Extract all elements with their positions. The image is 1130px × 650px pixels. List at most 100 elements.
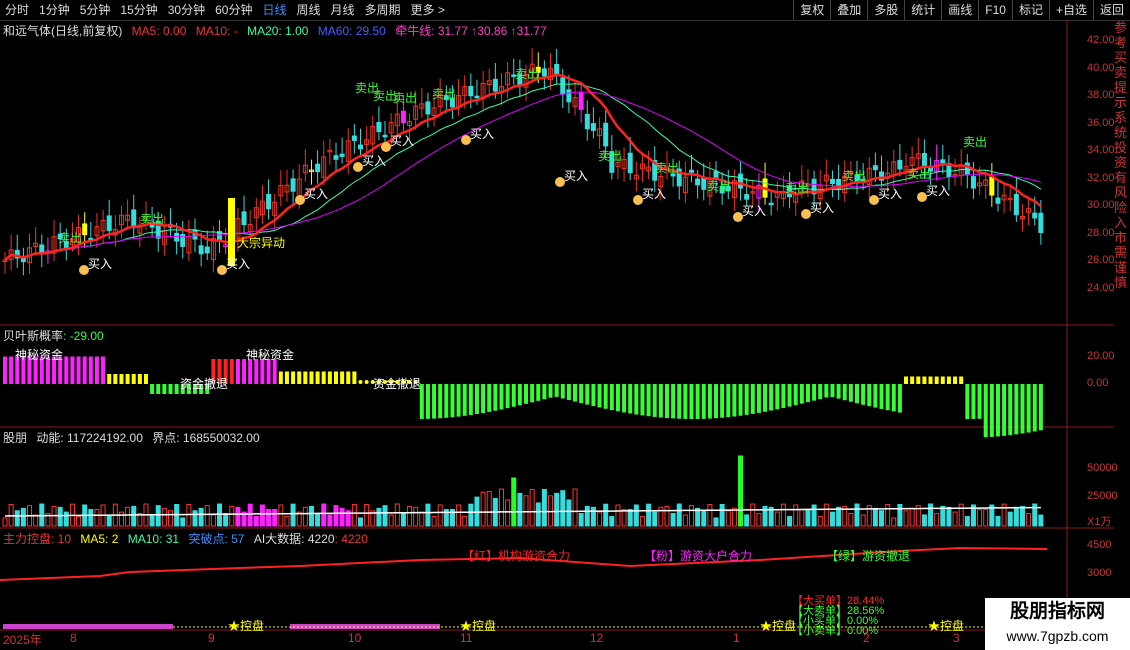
bayes-bar-55 [340,371,345,384]
candle-body-21 [131,209,137,229]
buy-signal-2: 买入 [304,187,328,201]
candle-body-13 [82,223,88,236]
date-label-6: 1 [733,631,740,645]
bayes-bar-69 [425,384,430,419]
candle-body-102 [627,152,633,174]
vol-bar-138 [848,512,854,527]
vol-bar-104 [639,515,645,527]
vol-bar-128 [787,516,793,527]
bayes-bar-88 [542,384,547,400]
vol-bar-59 [364,504,370,527]
vol-bar-44 [272,509,278,527]
bayes-bar-166 [1020,384,1025,434]
period-tab-5[interactable]: 60分钟 [210,0,257,20]
candle-body-125 [768,202,774,206]
tool-button-6[interactable]: 标记 [1011,0,1049,20]
candle-body-95 [584,113,590,130]
vol-tick-0: 50000 [1087,462,1118,474]
period-tab-10[interactable]: 更多 > [406,0,450,20]
vol-bar-24 [149,514,155,527]
period-tab-1[interactable]: 1分钟 [34,0,75,20]
bayes-bar-20 [125,374,130,384]
vol-bar-102 [627,508,633,527]
candle-body-157 [964,162,970,176]
vol-bar-66 [407,505,413,527]
buy-signal-10: 买入 [878,187,902,201]
bayes-bar-70 [432,384,437,419]
bayes-bar-137 [842,384,847,401]
period-tab-3[interactable]: 15分钟 [115,0,162,20]
vol-bar-144 [885,504,891,527]
period-tab-6[interactable]: 日线 [257,0,291,20]
bayes-bar-162 [995,384,1000,437]
bayes-bar-159 [977,384,982,419]
bayes-bar-109 [671,384,676,419]
vol-bar-98 [603,503,609,527]
vol-bar-19 [118,511,124,527]
vol-bar-26 [161,507,167,527]
bayes-bar-13 [82,356,87,384]
bayes-bar-27 [168,384,173,394]
bayes-bar-46 [284,371,289,384]
candle-body-158 [970,176,976,189]
period-tabs: 分时 1分钟 5分钟 15分钟 30分钟 60分钟 日线 周线 月线 多周期 更多 > [0,0,450,20]
kongpan-label-2: ★控盘 [760,618,796,633]
vol-bar-106 [652,511,658,527]
bayes-bar-15 [94,356,99,384]
vol-bar-109 [670,512,676,527]
vol-bar-75 [462,515,468,527]
vol-bar-91 [560,490,566,527]
bayes-bar-145 [891,384,896,412]
tool-button-3[interactable]: 统计 [904,0,941,20]
vol-bar-34 [210,514,216,527]
vol-unit: X1万 [1087,516,1112,528]
candle-body-77 [474,95,480,99]
bayes-bar-24 [150,384,155,394]
vol-bar-166 [1019,505,1025,527]
bayes-bar-143 [879,384,884,409]
bayes-bar-17 [107,374,112,384]
vol-bar-82 [505,499,511,527]
period-tab-0[interactable]: 分时 [0,0,34,20]
bayes-bar-155 [953,376,958,384]
period-tab-8[interactable]: 月线 [326,0,360,20]
bayes-bar-1 [9,356,14,384]
candle-body-169 [1038,212,1044,233]
vol-bar-37 [229,505,235,527]
bayes-bar-84 [517,384,522,406]
bayes-bar-71 [438,384,443,419]
vol-bar-139 [854,503,860,527]
period-tab-2[interactable]: 5分钟 [75,0,116,20]
tool-button-0[interactable]: 复权 [793,0,830,20]
vol-bar-122 [750,503,756,527]
period-tab-7[interactable]: 周线 [291,0,325,20]
tool-button-2[interactable]: 多股 [867,0,904,20]
vol-bar-12 [76,515,82,527]
bayes-bar-10 [64,356,69,384]
tool-button-1[interactable]: 叠加 [830,0,867,20]
candle-body-91 [560,77,566,95]
bayes-bar-89 [548,384,553,398]
bayes-bar-161 [989,384,994,437]
watermark-line2: www.7gpzb.com [1006,628,1109,644]
vol-bar-129 [793,504,799,527]
bayes-bar-114 [701,384,706,419]
candle-body-43 [266,193,272,210]
vol-bar-2 [14,510,20,527]
control-tag-pink: 【粉】游资大户合力 [644,548,752,563]
tool-button-4[interactable]: 画线 [941,0,978,20]
bayes-bar-78 [481,384,486,413]
tool-button-5[interactable]: F10 [978,0,1012,20]
chart-canvas[interactable]: 大宗异动卖出卖出卖出卖出卖出 卖出卖出卖出卖出卖出 卖出卖出 卖出卖出买入 买入买入买入… [0,20,1114,650]
bayes-bar-25 [156,384,161,394]
candle-body-32 [198,245,204,255]
sell-signal-8: 卖出 [655,161,679,175]
bayes-bar-44 [272,359,277,384]
vol-bar-121 [744,514,750,527]
bayes-bar-135 [830,384,835,398]
period-tab-4[interactable]: 30分钟 [163,0,210,20]
bayes-bar-54 [333,371,338,384]
period-tab-9[interactable]: 多周期 [360,0,406,20]
sell-signal-4: 卖出 [393,91,417,105]
candle-body-113 [695,178,701,186]
